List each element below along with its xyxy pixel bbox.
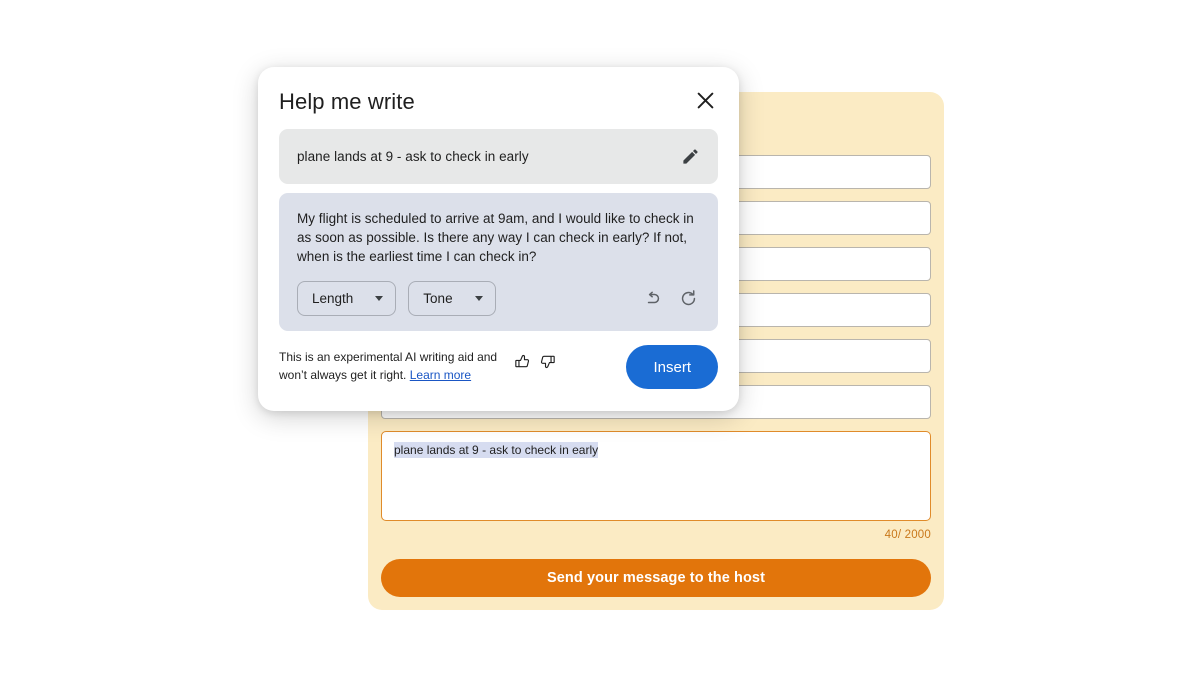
refresh-icon[interactable] — [676, 287, 700, 311]
thumbs-down-icon[interactable] — [536, 350, 558, 372]
insert-button[interactable]: Insert — [626, 345, 718, 390]
undo-icon[interactable] — [640, 287, 664, 311]
ai-result-card: My flight is scheduled to arrive at 9am,… — [279, 193, 718, 332]
tone-dropdown[interactable]: Tone — [408, 281, 496, 317]
result-controls: Length Tone — [297, 281, 700, 317]
learn-more-link[interactable]: Learn more — [410, 368, 471, 382]
disclaimer-line-2: won’t always get it right. — [279, 367, 410, 382]
dialog-footer: This is an experimental AI writing aid a… — [279, 345, 718, 390]
tone-dropdown-label: Tone — [423, 291, 453, 307]
host-message-textarea[interactable]: plane lands at 9 - ask to check in early — [381, 431, 931, 521]
ai-result-text: My flight is scheduled to arrive at 9am,… — [297, 211, 694, 265]
length-dropdown-label: Length — [312, 291, 354, 307]
close-icon[interactable] — [692, 87, 718, 113]
disclaimer-line-1: This is an experimental AI writing aid a… — [279, 350, 498, 365]
send-message-button[interactable]: Send your message to the host — [381, 559, 931, 597]
help-me-write-dialog: Help me write plane lands at 9 - ask to … — [258, 67, 739, 412]
host-message-text: plane lands at 9 - ask to check in early — [394, 442, 599, 458]
length-dropdown[interactable]: Length — [297, 281, 397, 317]
feedback-controls — [511, 350, 558, 372]
prompt-input-row[interactable]: plane lands at 9 - ask to check in early — [279, 129, 718, 184]
pencil-icon[interactable] — [678, 145, 702, 169]
dialog-header: Help me write — [279, 87, 718, 113]
thumbs-up-icon[interactable] — [511, 350, 533, 372]
chevron-down-icon — [474, 296, 483, 302]
dialog-title: Help me write — [279, 89, 415, 114]
prompt-text: plane lands at 9 - ask to check in early — [297, 149, 529, 164]
disclaimer-text: This is an experimental AI writing aid a… — [279, 349, 501, 384]
character-counter: 40/ 2000 — [884, 529, 931, 541]
chevron-down-icon — [375, 296, 384, 302]
